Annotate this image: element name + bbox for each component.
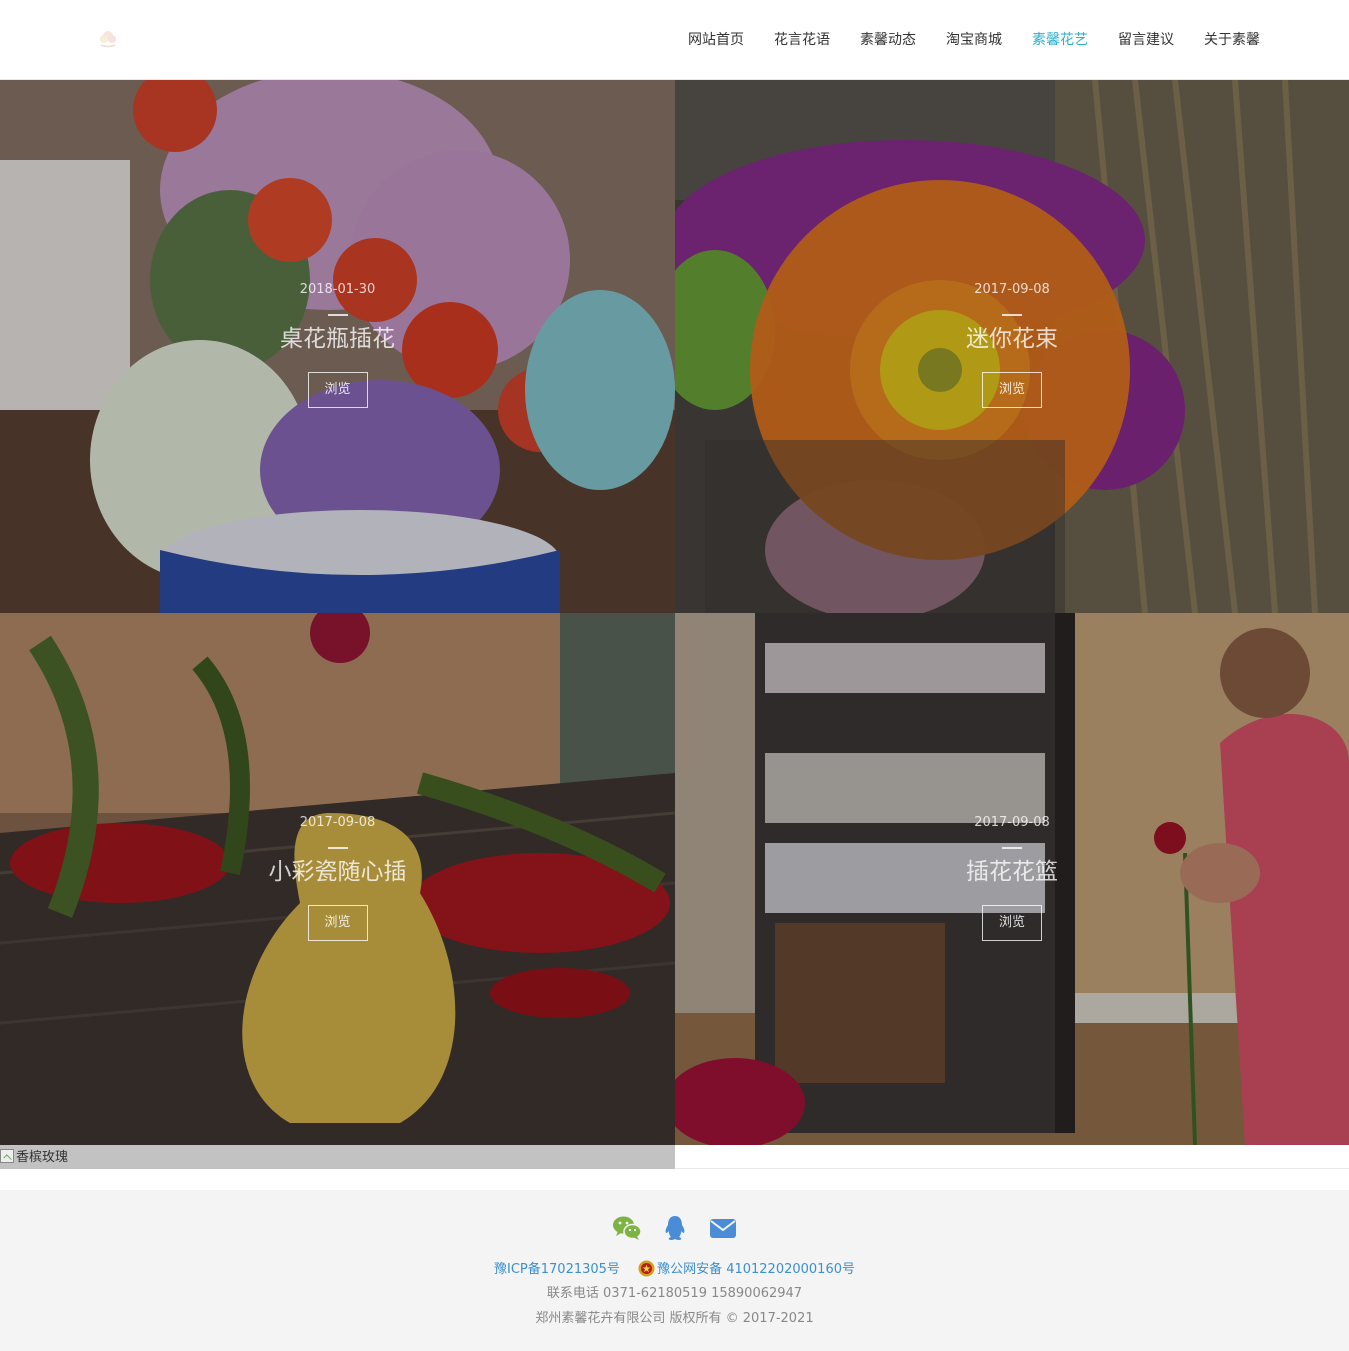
- social-icons: [0, 1214, 1349, 1242]
- wechat-icon[interactable]: [612, 1214, 642, 1242]
- gallery-grid: 2018-01-30 桌花瓶插花 浏览 2017-09-08 迷你花束 浏览 2…: [0, 80, 1349, 1145]
- icp-link[interactable]: 豫ICP备17021305号: [494, 1262, 620, 1277]
- gallery-caption: 2017-09-08 小彩瓷随心插 浏览: [0, 813, 675, 941]
- copyright: 郑州素馨花卉有限公司 版权所有 © 2017-2021: [535, 1311, 814, 1326]
- divider: [1002, 314, 1022, 316]
- gallery-title[interactable]: 桌花瓶插花: [0, 324, 675, 354]
- police-record-link[interactable]: 豫公网安备 41012202000160号: [657, 1262, 855, 1277]
- gallery-title[interactable]: 小彩瓷随心插: [0, 857, 675, 887]
- site-footer: 豫ICP备17021305号 豫公网安备 41012202000160号 联系电…: [0, 1190, 1349, 1351]
- qq-icon[interactable]: [660, 1214, 690, 1242]
- gallery-title[interactable]: 插花花篮: [675, 857, 1349, 887]
- browse-button[interactable]: 浏览: [982, 372, 1042, 408]
- gallery-date: 2017-09-08: [299, 815, 376, 830]
- gallery-item[interactable]: 2017-09-08 小彩瓷随心插 浏览: [0, 613, 675, 1145]
- main-nav: 网站首页 花言花语 素馨动态 淘宝商城 素馨花艺 留言建议 关于素馨: [658, 0, 1260, 80]
- nav-floral-art[interactable]: 素馨花艺: [1032, 0, 1088, 80]
- contact-info: 联系电话 0371-62180519 15890062947: [546, 1286, 803, 1301]
- gallery-item[interactable]: 2017-09-08 迷你花束 浏览: [675, 80, 1349, 613]
- broken-image-alt: 香槟玫瑰: [16, 1150, 69, 1165]
- gallery-date: 2017-09-08: [974, 282, 1050, 297]
- gallery-caption: 2017-09-08 迷你花束 浏览: [675, 280, 1349, 408]
- divider: [327, 847, 348, 849]
- browse-button[interactable]: 浏览: [307, 372, 368, 408]
- footer-links: 豫ICP备17021305号 豫公网安备 41012202000160号: [0, 1260, 1349, 1279]
- gallery-item[interactable]: 2018-01-30 桌花瓶插花 浏览: [0, 80, 675, 613]
- gallery-date: 2017-09-08: [974, 815, 1050, 830]
- nav-home[interactable]: 网站首页: [688, 0, 744, 80]
- broken-image[interactable]: 香槟玫瑰: [0, 1145, 675, 1169]
- police-badge-icon: [638, 1260, 655, 1277]
- gallery-caption: 2018-01-30 桌花瓶插花 浏览: [0, 280, 675, 408]
- browse-button[interactable]: 浏览: [982, 905, 1042, 941]
- browse-button[interactable]: 浏览: [307, 905, 368, 941]
- nav-about[interactable]: 关于素馨: [1204, 0, 1260, 80]
- site-header: 网站首页 花言花语 素馨动态 淘宝商城 素馨花艺 留言建议 关于素馨: [0, 0, 1349, 80]
- flower-logo-icon[interactable]: [96, 26, 120, 50]
- nav-flower-language[interactable]: 花言花语: [774, 0, 830, 80]
- divider: [1002, 847, 1022, 849]
- nav-feedback[interactable]: 留言建议: [1118, 0, 1174, 80]
- gallery-title[interactable]: 迷你花束: [675, 324, 1349, 354]
- gallery-item[interactable]: 2017-09-08 插花花篮 浏览: [675, 613, 1349, 1145]
- email-icon[interactable]: [708, 1214, 738, 1242]
- divider: [675, 1168, 1349, 1169]
- broken-image-icon: [0, 1149, 14, 1163]
- gallery-caption: 2017-09-08 插花花篮 浏览: [675, 813, 1349, 941]
- gallery-date: 2018-01-30: [299, 282, 376, 297]
- nav-taobao-shop[interactable]: 淘宝商城: [946, 0, 1002, 80]
- nav-news[interactable]: 素馨动态: [860, 0, 916, 80]
- divider: [327, 314, 348, 316]
